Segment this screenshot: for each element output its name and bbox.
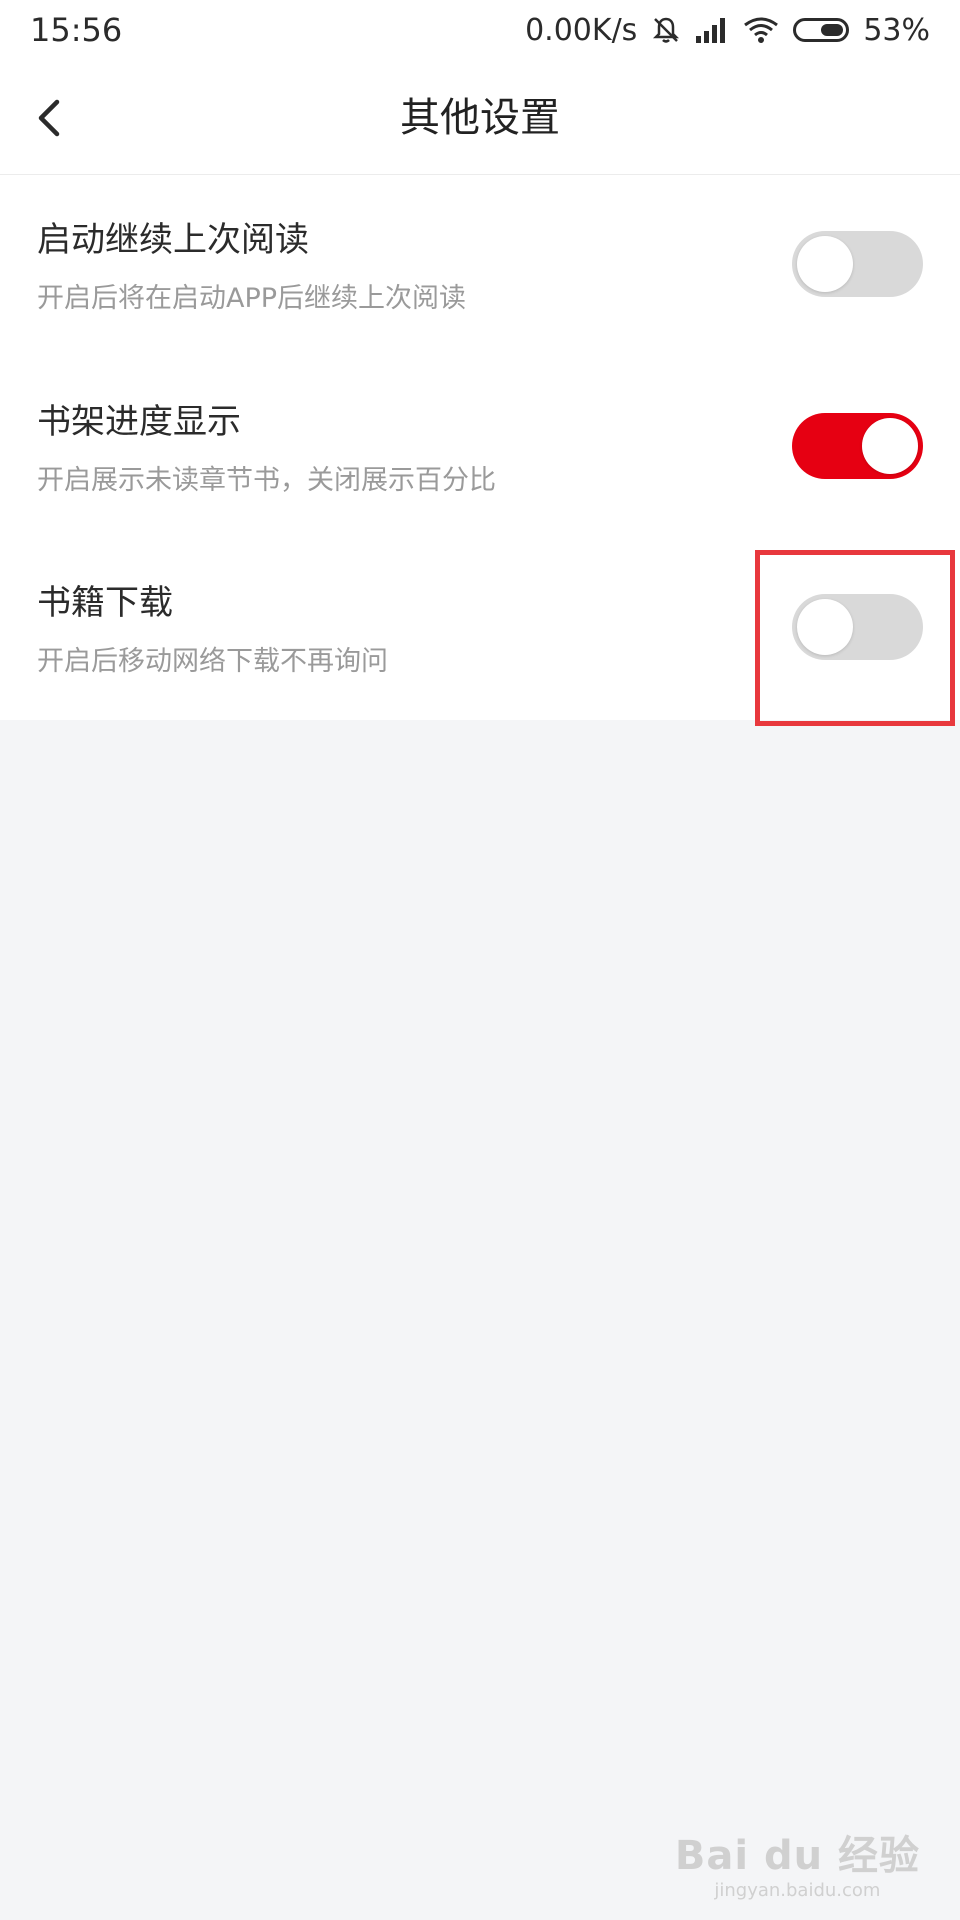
setting-title: 书籍下载 [37, 583, 173, 623]
shelf-progress-toggle[interactable] [792, 413, 923, 479]
watermark-logo: Bai du 经验 [674, 1833, 920, 1879]
toggle-knob [862, 418, 918, 474]
wifi-icon [743, 16, 779, 44]
highlight-box [755, 550, 955, 726]
setting-description: 开启后移动网络下载不再询问 [37, 646, 388, 677]
nav-bar: 其他设置 [0, 60, 960, 175]
setting-row-resume-reading: 启动继续上次阅读 开启后将在启动APP后继续上次阅读 [0, 175, 960, 357]
setting-description: 开启后将在启动APP后继续上次阅读 [37, 283, 467, 314]
battery-icon [793, 18, 850, 42]
watermark: Bai du 经验 jingyan.baidu.com [675, 1832, 920, 1902]
status-icons: 0.00K/s 53% [525, 10, 930, 50]
battery-fill [821, 24, 844, 36]
resume-reading-toggle[interactable] [792, 231, 923, 297]
setting-title: 启动继续上次阅读 [37, 220, 309, 260]
setting-title: 书架进度显示 [37, 402, 241, 442]
status-time: 15:56 [30, 11, 123, 49]
setting-description: 开启展示未读章节书，关闭展示百分比 [37, 465, 496, 496]
network-speed: 0.00K/s [525, 12, 638, 48]
mute-bell-icon [651, 15, 681, 45]
battery-percent: 53% [863, 12, 930, 48]
signal-icon [695, 16, 729, 44]
setting-row-shelf-progress: 书架进度显示 开启展示未读章节书，关闭展示百分比 [0, 357, 960, 539]
watermark-url: jingyan.baidu.com [714, 1880, 881, 1901]
toggle-knob [797, 236, 853, 292]
status-bar: 15:56 0.00K/s 53% [0, 0, 960, 60]
page-title: 其他设置 [400, 95, 560, 141]
